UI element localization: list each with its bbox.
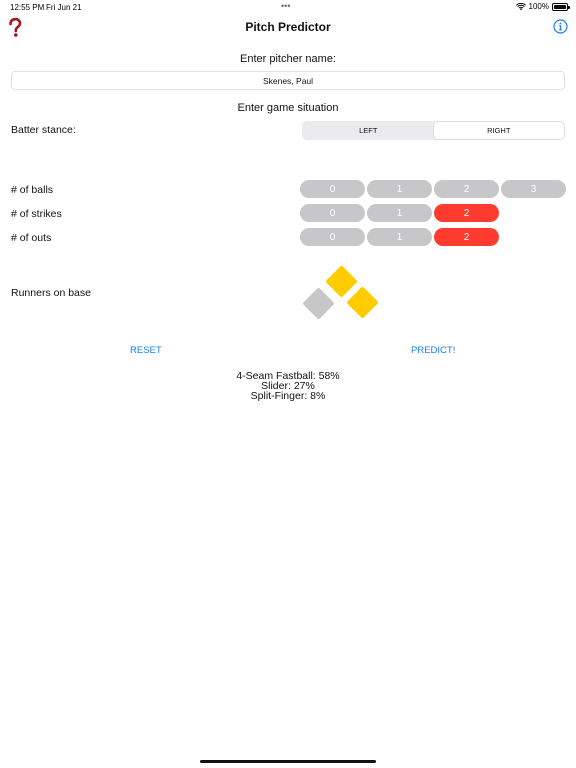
balls-option-0[interactable]: 0 xyxy=(300,180,365,198)
strikes-option-1[interactable]: 1 xyxy=(367,204,432,222)
multitasking-dots-icon[interactable]: ••• xyxy=(281,1,290,11)
status-right: 100% xyxy=(515,2,570,11)
battery-icon xyxy=(552,2,570,11)
outs-label: # of outs xyxy=(11,232,52,244)
stance-left-segment[interactable]: LEFT xyxy=(303,122,434,139)
batter-stance-control: LEFT RIGHT xyxy=(302,121,565,140)
strikes-option-2[interactable]: 2 xyxy=(434,204,499,222)
pitcher-name-input[interactable] xyxy=(11,71,565,90)
status-date: Fri Jun 21 xyxy=(46,3,82,12)
home-indicator[interactable] xyxy=(200,760,376,763)
battery-percent: 100% xyxy=(528,2,549,11)
third-base-toggle[interactable] xyxy=(302,287,335,320)
balls-option-2[interactable]: 2 xyxy=(434,180,499,198)
strikes-label: # of strikes xyxy=(11,208,62,220)
page-title: Pitch Predictor xyxy=(245,20,331,34)
game-situation-heading: Enter game situation xyxy=(237,102,339,114)
balls-option-1[interactable]: 1 xyxy=(367,180,432,198)
batter-stance-label: Batter stance: xyxy=(11,124,76,136)
second-base-toggle[interactable] xyxy=(325,265,358,298)
stance-right-segment[interactable]: RIGHT xyxy=(433,122,564,139)
nav-bar: Pitch Predictor xyxy=(0,14,576,42)
prediction-results: 4-Seam Fastball: 58% Slider: 27% Split-F… xyxy=(0,371,576,402)
balls-selector: 0 1 2 3 xyxy=(300,180,566,198)
status-time: 12:55 PM xyxy=(10,3,45,12)
wifi-icon xyxy=(515,2,526,10)
outs-option-0[interactable]: 0 xyxy=(300,228,365,246)
outs-selector: 0 1 2 xyxy=(300,228,499,246)
balls-label: # of balls xyxy=(11,184,54,196)
result-line: Split-Finger: 8% xyxy=(250,390,326,402)
pitcher-name-prompt: Enter pitcher name: xyxy=(240,53,336,65)
first-base-toggle[interactable] xyxy=(346,286,379,319)
runners-label: Runners on base xyxy=(11,287,91,299)
balls-option-3[interactable]: 3 xyxy=(501,180,566,198)
predict-button[interactable]: PREDICT! xyxy=(411,345,455,356)
outs-option-2[interactable]: 2 xyxy=(434,228,499,246)
strikes-selector: 0 1 2 xyxy=(300,204,499,222)
status-bar: 12:55 PM Fri Jun 21 ••• 100% xyxy=(0,0,576,14)
strikes-option-0[interactable]: 0 xyxy=(300,204,365,222)
info-icon[interactable] xyxy=(553,19,568,34)
outs-option-1[interactable]: 1 xyxy=(367,228,432,246)
bases-diamond xyxy=(300,265,384,325)
reset-button[interactable]: RESET xyxy=(130,345,162,356)
